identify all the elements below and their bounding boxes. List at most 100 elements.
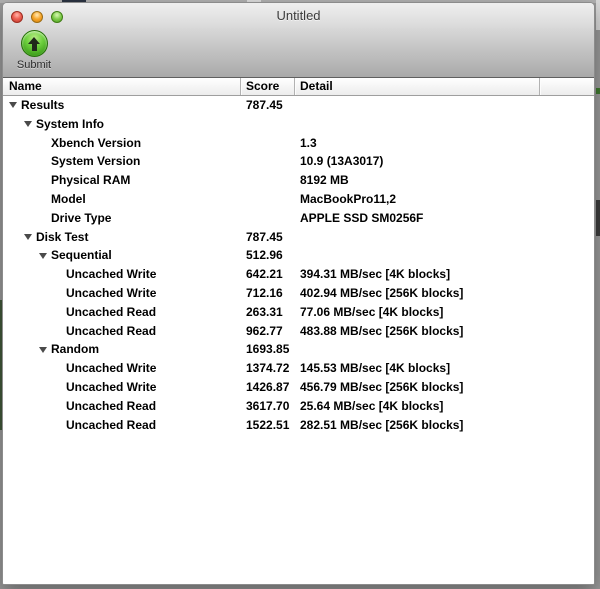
row-label: Uncached Read [66, 417, 157, 432]
row-name-cell: Results [3, 96, 240, 115]
table-body: Results 787.45 System Info Xbench Version 1.… [3, 96, 594, 584]
row-score [240, 209, 294, 228]
row-score [240, 134, 294, 153]
xbench-results-window: Untitled Submit Name Score Detail Result… [2, 2, 595, 585]
background-window-fragment [596, 0, 600, 30]
up-arrow-icon [28, 36, 40, 44]
row-score [240, 152, 294, 171]
background-window-fragment [596, 88, 600, 94]
row-score [240, 190, 294, 209]
row-name-cell: Uncached Read [3, 397, 240, 416]
row-label: Model [51, 191, 86, 206]
row-name-cell: Disk Test [3, 228, 240, 247]
row-detail: 402.94 MB/sec [256K blocks] [300, 285, 464, 300]
row-detail: 25.64 MB/sec [4K blocks] [300, 398, 444, 413]
row-label: Random [51, 342, 99, 357]
table-row[interactable]: Xbench Version 1.3 [3, 134, 594, 153]
disclosure-triangle-icon[interactable] [9, 102, 17, 109]
row-score: 1693.85 [246, 342, 290, 357]
row-detail: 8192 MB [300, 173, 349, 188]
disclosure-triangle-icon[interactable] [39, 252, 47, 259]
row-score: 263.31 [246, 304, 283, 319]
titlebar[interactable]: Untitled [3, 3, 594, 28]
row-detail: 145.53 MB/sec [4K blocks] [300, 361, 451, 376]
row-label: Drive Type [51, 210, 112, 225]
row-detail: 456.79 MB/sec [256K blocks] [300, 379, 464, 394]
row-detail: 77.06 MB/sec [4K blocks] [300, 304, 444, 319]
row-label: Uncached Write [66, 267, 157, 282]
table-row[interactable]: Uncached Write 642.21 394.31 MB/sec [4K bl… [3, 265, 594, 284]
row-detail: 282.51 MB/sec [256K blocks] [300, 417, 464, 432]
row-label: Sequential [51, 248, 112, 263]
row-name-cell: Uncached Write [3, 284, 240, 303]
column-header-score[interactable]: Score [240, 78, 294, 95]
row-score [240, 171, 294, 190]
row-score: 642.21 [246, 267, 283, 282]
row-score: 1426.87 [246, 379, 290, 394]
row-detail: APPLE SSD SM0256F [300, 210, 424, 225]
column-header-filler [539, 78, 594, 95]
row-detail: 394.31 MB/sec [4K blocks] [300, 267, 451, 282]
row-detail [294, 340, 594, 359]
table-row[interactable]: Model MacBookPro11,2 [3, 190, 594, 209]
row-label: Uncached Write [66, 379, 157, 394]
row-name-cell: Model [3, 190, 240, 209]
table-row[interactable]: Disk Test 787.45 [3, 228, 594, 247]
row-name-cell: Sequential [3, 246, 240, 265]
row-detail [294, 228, 594, 247]
table-row[interactable]: Uncached Write 1374.72 145.53 MB/sec [4K b… [3, 359, 594, 378]
row-detail: 10.9 (13A3017) [300, 154, 384, 169]
column-header-detail[interactable]: Detail [294, 78, 539, 95]
table-row[interactable]: Uncached Read 962.77 483.88 MB/sec [256K b… [3, 322, 594, 341]
table-row[interactable]: Drive Type APPLE SSD SM0256F [3, 209, 594, 228]
table-row[interactable]: Uncached Write 1426.87 456.79 MB/sec [256K… [3, 378, 594, 397]
table-row[interactable]: System Info [3, 115, 594, 134]
submit-upload-icon [20, 30, 48, 57]
table-row[interactable]: System Version 10.9 (13A3017) [3, 152, 594, 171]
table-row[interactable]: Uncached Read 263.31 77.06 MB/sec [4K bloc… [3, 303, 594, 322]
toolbar: Submit [3, 28, 594, 78]
row-name-cell: Uncached Write [3, 378, 240, 397]
row-label: Uncached Read [66, 304, 157, 319]
table-header: Name Score Detail [3, 78, 594, 96]
row-name-cell: Random [3, 340, 240, 359]
disclosure-triangle-icon[interactable] [24, 233, 32, 240]
row-label: Uncached Write [66, 285, 157, 300]
row-detail: 483.88 MB/sec [256K blocks] [300, 323, 464, 338]
row-score: 787.45 [246, 98, 283, 112]
table-row[interactable]: Results 787.45 [3, 96, 594, 115]
row-label: Physical RAM [51, 173, 131, 188]
row-label: Xbench Version [51, 135, 142, 150]
row-label: Disk Test [36, 229, 89, 244]
row-label: System Info [36, 116, 105, 131]
row-score: 3617.70 [246, 398, 290, 413]
window-title: Untitled [276, 8, 321, 23]
submit-button-label: Submit [16, 59, 52, 71]
background-window-fragment [596, 200, 600, 236]
row-score: 962.77 [246, 323, 283, 338]
table-row[interactable]: Uncached Read 1522.51 282.51 MB/sec [256K … [3, 416, 594, 435]
disclosure-triangle-icon[interactable] [24, 121, 32, 128]
disclosure-triangle-icon[interactable] [39, 346, 47, 353]
row-detail: 1.3 [300, 135, 317, 150]
row-name-cell: Xbench Version [3, 134, 240, 153]
row-score: 787.45 [246, 229, 283, 244]
table-row[interactable]: Uncached Read 3617.70 25.64 MB/sec [4K blo… [3, 397, 594, 416]
submit-button[interactable]: Submit [12, 30, 56, 71]
column-header-name[interactable]: Name [3, 78, 240, 95]
row-label: Uncached Read [66, 398, 157, 413]
table-row[interactable]: Sequential 512.96 [3, 246, 594, 265]
row-name-cell: System Version [3, 152, 240, 171]
table-row[interactable]: Random 1693.85 [3, 340, 594, 359]
row-label: Results [21, 98, 65, 112]
row-score: 712.16 [246, 285, 283, 300]
row-score [240, 115, 294, 134]
table-row[interactable]: Uncached Write 712.16 402.94 MB/sec [256K … [3, 284, 594, 303]
row-score: 1522.51 [246, 417, 290, 432]
row-label: Uncached Read [66, 323, 157, 338]
row-detail [294, 246, 594, 265]
row-label: System Version [51, 154, 141, 169]
row-name-cell: Uncached Write [3, 265, 240, 284]
table-row[interactable]: Physical RAM 8192 MB [3, 171, 594, 190]
row-name-cell: Uncached Read [3, 303, 240, 322]
